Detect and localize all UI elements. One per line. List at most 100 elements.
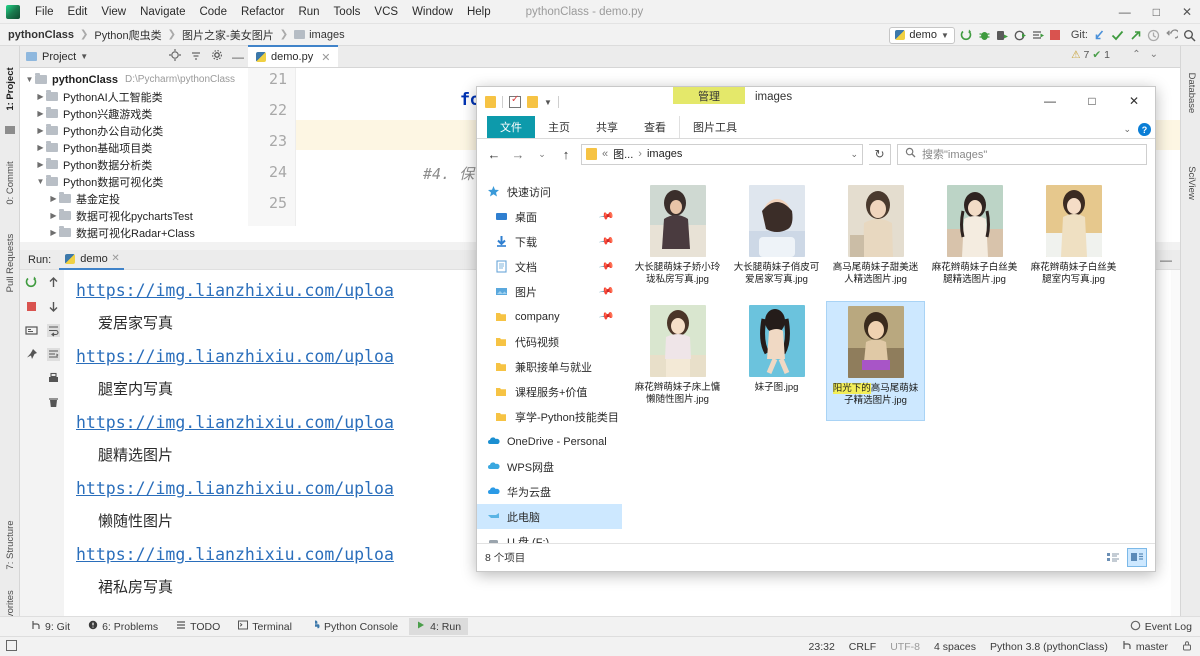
pin-icon[interactable]: 📌 <box>598 308 615 324</box>
explorer-maximize-button[interactable]: □ <box>1071 87 1113 115</box>
nav-item-quick-access[interactable]: 快速访问 <box>477 179 622 204</box>
maximize-button[interactable]: □ <box>1149 5 1164 19</box>
menu-vcs[interactable]: VCS <box>367 4 405 20</box>
folder-icon[interactable] <box>485 96 496 108</box>
breadcrumb-item-3[interactable]: images <box>309 29 344 41</box>
breadcrumb-item-project[interactable]: pythonClass <box>8 29 74 41</box>
pin-icon[interactable]: 📌 <box>598 233 615 249</box>
run-with-params-icon[interactable] <box>1032 29 1045 42</box>
menu-window[interactable]: Window <box>405 4 460 20</box>
nav-item-python-skills[interactable]: 享学-Python技能类目 <box>477 404 622 429</box>
large-icons-view-icon[interactable] <box>1127 548 1147 567</box>
file-encoding[interactable]: UTF-8 <box>890 641 920 653</box>
history-icon[interactable] <box>1147 29 1160 42</box>
run-tab-demo[interactable]: demo ✕ <box>59 250 124 270</box>
caret-position[interactable]: 23:32 <box>809 641 835 653</box>
tree-node-6[interactable]: ▼ Python数据可视化类 <box>20 173 248 190</box>
show-tool-windows-icon[interactable] <box>6 639 17 654</box>
pin-icon[interactable]: 📌 <box>598 258 615 274</box>
details-view-icon[interactable] <box>1103 548 1123 567</box>
scroll-up-icon[interactable] <box>47 276 60 289</box>
file-item[interactable]: 大长腿萌妹子俏皮可爱居家写真.jpg <box>727 181 826 301</box>
menu-navigate[interactable]: Navigate <box>133 4 192 20</box>
tree-node-5[interactable]: ▶ Python数据分析类 <box>20 156 248 173</box>
chevron-down-icon[interactable]: ▼ <box>24 75 35 84</box>
tree-node-4[interactable]: ▶ Python基础项目类 <box>20 139 248 156</box>
tab-view[interactable]: 查看 <box>631 116 679 138</box>
path-parent[interactable]: 图... <box>613 146 633 162</box>
tool-window-git[interactable]: 9: Git <box>24 618 77 635</box>
tree-node-8[interactable]: ▶ 数据可视化pychartsTest <box>20 207 248 224</box>
nav-item-huawei-cloud[interactable]: 华为云盘 <box>477 479 622 504</box>
chevron-down-icon[interactable]: ▼ <box>35 177 46 186</box>
forward-button[interactable]: → <box>509 147 527 162</box>
up-button[interactable]: ↑ <box>557 147 575 162</box>
menu-help[interactable]: Help <box>460 4 498 20</box>
chevron-right-icon[interactable]: ▶ <box>48 211 59 220</box>
scroll-to-end-icon[interactable] <box>46 348 60 361</box>
menu-run[interactable]: Run <box>291 4 326 20</box>
tree-node-1[interactable]: ▶ PythonAI人工智能类 <box>20 88 248 105</box>
chevron-right-icon[interactable]: ▶ <box>35 160 46 169</box>
file-item[interactable]: 妹子图.jpg <box>727 301 826 421</box>
nav-item-company[interactable]: company 📌 <box>477 304 622 329</box>
nav-item-code-videos[interactable]: 代码视频 <box>477 329 622 354</box>
menu-file[interactable]: File <box>28 4 61 20</box>
file-item-selected[interactable]: 阳光下的高马尾萌妹子精选图片.jpg <box>826 301 925 421</box>
new-folder-icon[interactable] <box>527 96 538 108</box>
refresh-button[interactable]: ↻ <box>869 143 891 165</box>
address-path-box[interactable]: « 图... › images ⌄ <box>581 143 863 165</box>
stop-icon[interactable] <box>25 300 38 313</box>
sidebar-item-sciview[interactable]: SciView <box>1182 154 1200 212</box>
clear-all-icon[interactable] <box>47 396 60 409</box>
console-link[interactable]: https://img.lianzhixiu.com/uploa <box>76 413 394 432</box>
console-scrollbar[interactable] <box>1171 270 1180 616</box>
commit-icon[interactable] <box>1111 29 1124 42</box>
scroll-down-icon[interactable] <box>47 300 60 313</box>
explorer-close-button[interactable]: ✕ <box>1113 87 1155 115</box>
print-icon[interactable] <box>47 372 60 385</box>
tree-node-9[interactable]: ▶ 数据可视化Radar+Class <box>20 224 248 241</box>
file-item[interactable]: 高马尾萌妹子甜美迷人精选图片.jpg <box>826 181 925 301</box>
chevron-right-icon[interactable]: ▶ <box>48 228 59 237</box>
pin-icon[interactable]: 📌 <box>598 283 615 299</box>
chevron-right-icon[interactable]: ▶ <box>35 92 46 101</box>
event-log-button[interactable]: Event Log <box>1130 620 1192 634</box>
chevron-right-icon[interactable]: ▶ <box>35 143 46 152</box>
tree-node-root[interactable]: ▼ pythonClass D:\Pycharm\pythonClass <box>20 71 248 88</box>
tab-picture-tools[interactable]: 图片工具 <box>679 116 750 138</box>
chevron-up-icon[interactable]: ⌃ <box>1132 49 1140 60</box>
sidebar-item-commit[interactable]: 0: Commit <box>2 155 20 211</box>
file-item[interactable]: 大长腿萌妹子娇小玲珑私房写真.jpg <box>628 181 727 301</box>
rerun-icon[interactable] <box>25 276 38 289</box>
console-link[interactable]: https://img.lianzhixiu.com/uploa <box>76 347 394 366</box>
undo-icon[interactable] <box>1165 28 1178 42</box>
nav-item-usb-drive[interactable]: U 盘 (F:) <box>477 529 622 543</box>
menu-view[interactable]: View <box>94 4 133 20</box>
inspection-widget[interactable]: ⚠ 7 ✔ 1 <box>1071 49 1110 61</box>
locate-icon[interactable] <box>169 49 181 64</box>
nav-item-pictures[interactable]: 图片 📌 <box>477 279 622 304</box>
menu-refactor[interactable]: Refactor <box>234 4 291 20</box>
nav-item-parttime[interactable]: 兼职接单与就业 <box>477 354 622 379</box>
stop-icon[interactable] <box>1049 30 1060 40</box>
build-icon[interactable] <box>960 29 973 42</box>
minimize-button[interactable]: — <box>1115 5 1135 19</box>
tab-share[interactable]: 共享 <box>583 116 631 138</box>
tab-demo-py[interactable]: demo.py ✕ <box>248 45 339 67</box>
run-configuration-selector[interactable]: demo ▼ <box>889 26 955 44</box>
chevron-right-icon[interactable]: ▶ <box>35 109 46 118</box>
update-project-icon[interactable] <box>1093 29 1106 42</box>
chevron-down-icon[interactable]: ⌄ <box>1123 124 1131 135</box>
pin-icon[interactable] <box>25 348 38 361</box>
chevron-down-icon[interactable]: ▼ <box>544 98 552 107</box>
path-current[interactable]: images <box>647 148 682 160</box>
hide-panel-icon[interactable]: — <box>1160 253 1172 267</box>
sidebar-item-project[interactable]: 1: Project <box>2 61 20 117</box>
tool-window-todo[interactable]: TODO <box>169 618 227 635</box>
line-separator[interactable]: CRLF <box>849 641 876 653</box>
console-link[interactable]: https://img.lianzhixiu.com/uploa <box>76 479 394 498</box>
push-icon[interactable] <box>1129 29 1142 42</box>
breadcrumb-item-2[interactable]: 图片之家-美女图片 <box>182 27 274 43</box>
collapse-all-icon[interactable] <box>190 49 202 64</box>
